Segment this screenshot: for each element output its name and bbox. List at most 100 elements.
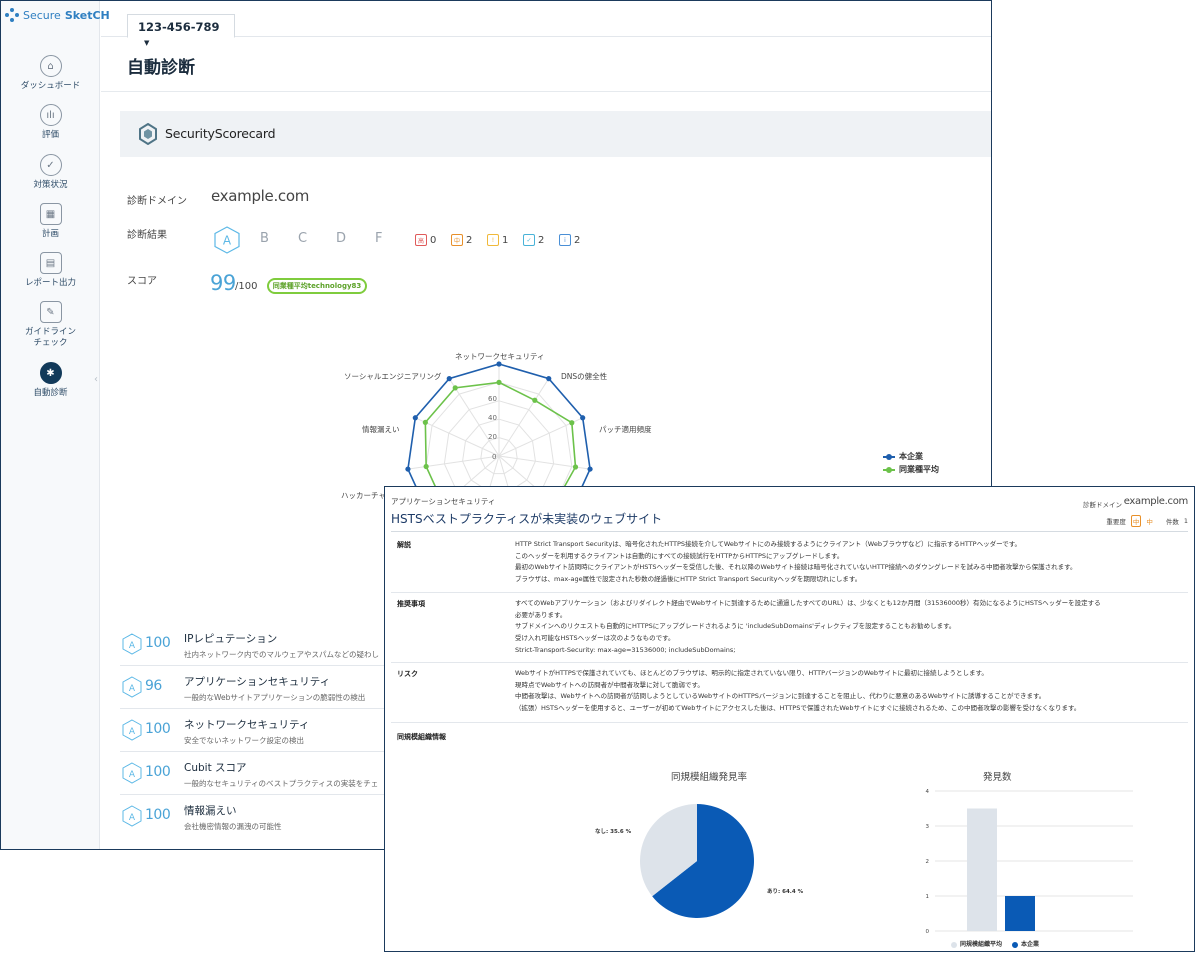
radar-point[interactable] bbox=[423, 463, 429, 470]
grade-active-letter: A bbox=[223, 234, 232, 248]
bar-chart-icon: ılı bbox=[39, 104, 62, 126]
legend-item-industry[interactable]: 同業種平均 bbox=[883, 463, 939, 476]
radar-axis-label: ハッカーチャ bbox=[341, 491, 386, 500]
grade-f: F bbox=[375, 231, 383, 246]
domain-label: 診断ドメイン bbox=[1083, 501, 1122, 509]
section-line: 受け入れ可能なHSTSヘッダーは次のようなものです。 bbox=[515, 634, 675, 643]
section-risk: リスク WebサイトがHTTPSで保護されていても、ほとんどのブラウザは、明示的… bbox=[391, 663, 1188, 723]
severity-high-count: 高 0 bbox=[415, 234, 436, 246]
radar-tick: 0 bbox=[492, 453, 497, 461]
account-selector[interactable]: 123-456-789 ▼ bbox=[127, 14, 235, 47]
section-line: WebサイトがHTTPSで保護されていても、ほとんどのブラウザは、明示的に指定さ… bbox=[515, 669, 988, 677]
check-icon: ✓ bbox=[523, 234, 535, 246]
category-row-ip-reputation[interactable]: A 100 IPレピュテーション 社内ネットワーク内でのマルウェアやスパムなどの… bbox=[120, 623, 390, 666]
collapse-sidebar-icon[interactable]: ‹ bbox=[94, 374, 98, 385]
grade-hex-icon: A bbox=[122, 719, 142, 741]
brand-prefix: Secure bbox=[23, 8, 61, 22]
severity-high-icon: 高 bbox=[415, 234, 427, 246]
count-label: 件数 bbox=[1165, 518, 1179, 526]
radar-tick: 20 bbox=[488, 433, 497, 441]
severity-value: 中 bbox=[1146, 518, 1153, 526]
severity-count: 2 bbox=[538, 234, 545, 246]
radar-point[interactable] bbox=[405, 466, 411, 472]
sidebar-item-auto-diagnosis[interactable]: ✱ 自動診断 bbox=[1, 362, 100, 399]
severity-medium-icon: 中 bbox=[451, 234, 463, 246]
grade-hex-icon: A bbox=[122, 762, 142, 784]
sidebar: Secure SketCH ⌂ ダッシュボード ılı 評価 ✓ 対策状況 ▦ 計… bbox=[1, 1, 110, 849]
radar-point[interactable] bbox=[446, 376, 452, 382]
sidebar-item-plan[interactable]: ▦ 計画 bbox=[1, 203, 100, 240]
sidebar-item-evaluation[interactable]: ılı 評価 bbox=[1, 104, 100, 141]
legend-swatch-icon bbox=[883, 466, 895, 473]
report-icon: ▤ bbox=[39, 252, 62, 274]
radar-point[interactable] bbox=[587, 466, 593, 472]
section-label: リスク bbox=[397, 670, 418, 678]
grade-hex-icon: A bbox=[122, 805, 142, 827]
count-value: 1 bbox=[1183, 517, 1188, 525]
category-row-app-security[interactable]: A 96 アプリケーションセキュリティ 一般的なWebサイトアプリケーションの脆… bbox=[120, 666, 390, 709]
pie-label-no: なし: 35.6 % bbox=[595, 829, 632, 835]
radar-point[interactable] bbox=[572, 464, 579, 470]
section-line: 現時点でWebサイトへの訪問者が中間者攻撃に対して脆弱です。 bbox=[515, 680, 704, 689]
section-body: すべてのWebアプリケーション（およびリダイレクト経由でWebサイトに到達するた… bbox=[515, 598, 1101, 657]
severity-count: 1 bbox=[502, 234, 509, 246]
category-row-info-leak[interactable]: A 100 情報漏えい 会社機密情報の漏洩の可能性 bbox=[120, 795, 390, 838]
radar-point[interactable] bbox=[452, 385, 458, 391]
brand-mark-icon bbox=[5, 8, 19, 22]
sidebar-item-measures[interactable]: ✓ 対策状況 bbox=[1, 154, 100, 191]
domain-value: example.com bbox=[1123, 496, 1189, 507]
pie-chart bbox=[640, 804, 754, 918]
bar-marks bbox=[967, 808, 1035, 932]
vendor-banner: SecurityScorecard bbox=[120, 111, 991, 157]
radar-point[interactable] bbox=[546, 376, 552, 382]
category-desc: 一般的なセキュリティのベストプラクティスの実装をチェ bbox=[184, 779, 379, 788]
sidebar-item-label-line1: ガイドライン bbox=[24, 327, 76, 337]
severity-medium-count: 中 2 bbox=[451, 234, 472, 246]
section-line: 中間者攻撃は、Webサイトへの訪問者が訪問しようとしているWebサイトのHTTP… bbox=[515, 692, 1046, 701]
score-value: 99 bbox=[210, 271, 236, 295]
peer-info-label: 同規模組織情報 bbox=[397, 733, 446, 741]
radar-tick: 60 bbox=[488, 395, 497, 403]
category-title: ネットワークセキュリティ bbox=[184, 719, 310, 731]
pie-chart-title: 同規模組織発見率 bbox=[671, 772, 748, 783]
radar-point[interactable] bbox=[580, 415, 586, 421]
radar-point[interactable] bbox=[412, 415, 418, 421]
severity-count: 2 bbox=[574, 234, 581, 246]
legend-label: 本企業 bbox=[899, 452, 923, 461]
radar-point[interactable] bbox=[569, 420, 575, 426]
severity-count: 2 bbox=[466, 234, 473, 246]
check-circle-icon: ✓ bbox=[39, 154, 62, 176]
page-title: 自動診断 bbox=[127, 58, 195, 78]
sidebar-item-label: 対策状況 bbox=[33, 180, 68, 190]
bar-tick-label: 0 bbox=[926, 929, 930, 935]
info-icon: i bbox=[559, 234, 571, 246]
legend-item-company[interactable]: 本企業 bbox=[883, 450, 939, 463]
category-row-cubit-score[interactable]: A 100 Cubit スコア 一般的なセキュリティのベストプラクティスの実装を… bbox=[120, 752, 390, 795]
radar-point[interactable] bbox=[496, 361, 502, 367]
guideline-icon: ✎ bbox=[39, 301, 62, 323]
sidebar-item-report[interactable]: ▤ レポート出力 bbox=[1, 252, 100, 289]
legend-item-peer[interactable]: 同規模組織平均 bbox=[951, 939, 1002, 948]
radar-axis-label: DNSの健全性 bbox=[561, 372, 608, 381]
svg-text:A: A bbox=[129, 684, 136, 694]
severity-medium-icon: 中 bbox=[1130, 515, 1142, 527]
grade-d: D bbox=[336, 231, 347, 246]
category-row-network-security[interactable]: A 100 ネットワークセキュリティ 安全でないネットワーク設定の検出 bbox=[120, 709, 390, 752]
bar[interactable] bbox=[967, 808, 997, 932]
grade-hex-icon: A bbox=[122, 633, 142, 655]
category-desc: 安全でないネットワーク設定の検出 bbox=[184, 736, 304, 745]
radar-point[interactable] bbox=[496, 379, 502, 385]
finding-detail-panel: アプリケーションセキュリティ HSTSベストプラクティスが未実装のウェブサイト … bbox=[384, 486, 1195, 952]
brand-logo[interactable]: Secure SketCH bbox=[5, 8, 110, 22]
radar-spoke bbox=[407, 455, 500, 470]
radar-point[interactable] bbox=[532, 397, 538, 403]
legend-item-company[interactable]: 本企業 bbox=[1012, 939, 1039, 948]
severity-info-count: i 2 bbox=[559, 234, 580, 246]
svg-text:A: A bbox=[129, 770, 136, 780]
sidebar-item-guideline[interactable]: ✎ ガイドライン チェック bbox=[1, 301, 100, 349]
pie-label-yes: あり: 64.4 % bbox=[767, 889, 804, 895]
radar-point[interactable] bbox=[422, 419, 428, 425]
sidebar-item-dashboard[interactable]: ⌂ ダッシュボード bbox=[1, 55, 100, 92]
sidebar-item-label: ダッシュボード bbox=[20, 81, 81, 91]
bar[interactable] bbox=[1005, 896, 1035, 931]
